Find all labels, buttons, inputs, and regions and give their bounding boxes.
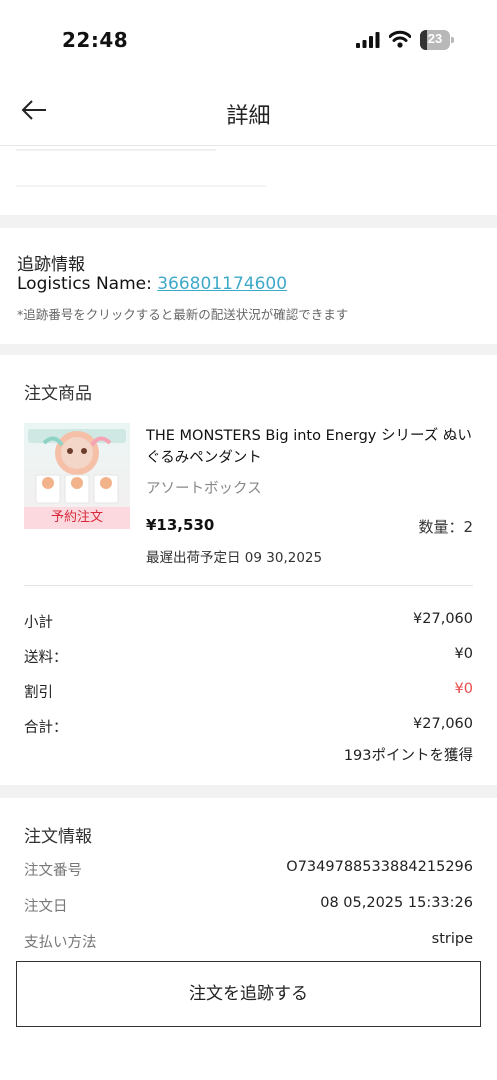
tracking-note: *追跡番号をクリックすると最新の配送状況が確認できます	[17, 307, 349, 322]
battery-icon: 23	[420, 30, 454, 50]
battery-percent: 23	[427, 31, 443, 46]
blurred-address-area	[0, 147, 497, 215]
total-label: 合計：	[24, 720, 68, 736]
status-bar: 22:48 23	[0, 0, 497, 70]
shipping-label: 送料：	[24, 650, 68, 666]
status-time: 22:48	[62, 28, 129, 52]
product-illustration	[28, 429, 126, 504]
payment-method-value: stripe	[431, 931, 473, 947]
nav-bar: 詳細	[0, 76, 497, 146]
divider	[24, 585, 473, 586]
shipping-value: ¥0	[454, 646, 473, 662]
tracking-number-link[interactable]: 366801174600	[157, 274, 287, 294]
order-items-title: 注文商品	[24, 384, 92, 404]
order-date-value: 08 05,2025 15:33:26	[320, 895, 473, 911]
order-info-title: 注文情報	[24, 827, 92, 847]
logistics-label: Logistics Name:	[17, 274, 158, 294]
page-title: 詳細	[226, 104, 271, 129]
section-divider	[0, 344, 497, 355]
order-date-label: 注文日	[24, 899, 68, 915]
product-price: ¥13,530	[146, 516, 215, 534]
subtotal-label: 小計	[24, 615, 53, 631]
wifi-icon	[389, 30, 411, 48]
section-divider	[0, 785, 497, 798]
product-image[interactable]: 予約注文	[24, 423, 130, 529]
order-items-card: 注文商品 予約注文 THE MONSTERS Big into Energy シ…	[0, 355, 497, 785]
subtotal-value: ¥27,060	[413, 611, 473, 627]
order-number-value: O734978853388421529​6	[286, 859, 473, 875]
tracking-section: 追跡情報 Logistics Name: 366801174600 *追跡番号を…	[0, 228, 497, 344]
product-name[interactable]: THE MONSTERS Big into Energy シリーズ ぬいぐるみペ…	[146, 425, 476, 469]
product-quantity: 数量：2	[418, 518, 473, 536]
payment-method-label: 支払い方法	[24, 935, 97, 951]
signal-icon	[356, 32, 380, 48]
total-value: ¥27,060	[413, 716, 473, 732]
track-order-button[interactable]: 注文を追跡する	[16, 961, 481, 1027]
product-variant: アソートボックス	[146, 481, 262, 497]
section-divider	[0, 215, 497, 228]
ship-date: 最遅出荷予定日 09 30,2025	[146, 550, 323, 566]
points-earned: 193ポイントを獲得	[343, 748, 473, 764]
discount-value: ¥0	[454, 681, 473, 697]
logistics-line: Logistics Name: 366801174600	[17, 274, 287, 294]
tracking-title: 追跡情報	[17, 255, 85, 275]
order-number-label: 注文番号	[24, 863, 82, 879]
order-info-section: 注文情報 注文番号 O734978853388421529​6 注文日 08 0…	[0, 798, 497, 1080]
preorder-badge: 予約注文	[24, 507, 130, 529]
discount-label: 割引	[24, 685, 53, 701]
